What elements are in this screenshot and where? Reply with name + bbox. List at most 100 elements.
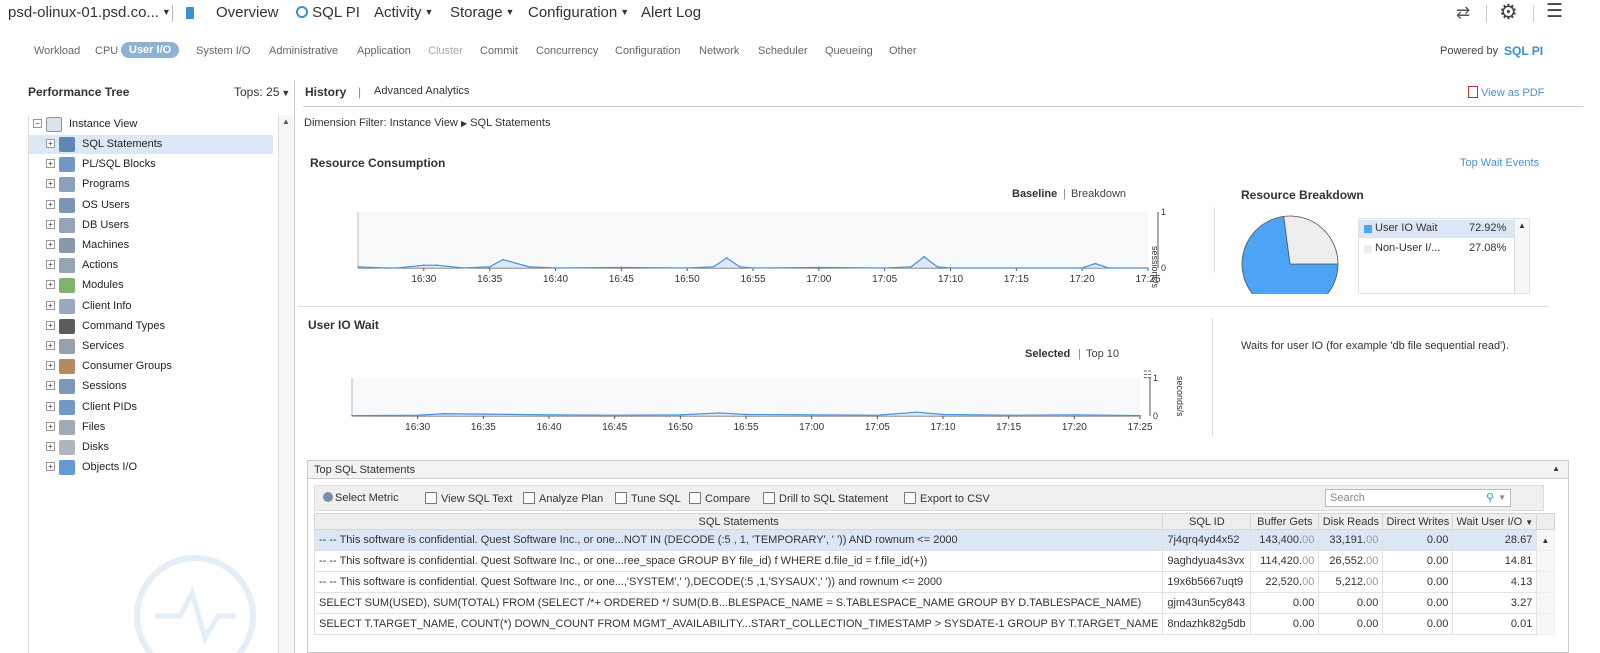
expand-icon[interactable]: + [46, 361, 55, 371]
tree-node-objects-io[interactable]: + Objects I/O [29, 458, 273, 477]
select-metric-button[interactable]: Select Metric [323, 492, 399, 504]
legend-scrollbar[interactable]: ▲ [1514, 219, 1529, 293]
expand-icon[interactable]: + [46, 341, 55, 350]
expand-icon[interactable]: + [46, 260, 55, 270]
column-header-wait-user-io[interactable]: Wait User I/O ▼ [1452, 513, 1538, 530]
panel-divider[interactable] [294, 80, 295, 653]
tree-node-actions[interactable]: + Actions [29, 256, 273, 275]
expand-icon[interactable]: + [46, 139, 55, 148]
expand-icon[interactable]: + [46, 442, 55, 451]
row-scrollbar-cell[interactable] [1536, 613, 1556, 635]
table-row[interactable]: -- -- This software is confidential. Que… [313, 529, 1556, 551]
tree-node-sessions[interactable]: + Sessions [29, 377, 273, 396]
expand-icon[interactable]: + [46, 320, 55, 330]
tree-node-consumer-groups[interactable]: + Consumer Groups [29, 357, 273, 376]
chevron-down-icon[interactable]: ▼ [1498, 493, 1506, 502]
selected-toggle[interactable]: Selected [1025, 348, 1070, 360]
tab-cpu[interactable]: CPU [95, 45, 118, 57]
expand-icon[interactable]: + [46, 462, 55, 472]
legend-row[interactable]: User IO Wait 72.92% [1359, 220, 1514, 238]
sql-search-input[interactable]: Search ⚲ ▼ [1325, 489, 1511, 507]
refresh-icon[interactable]: ⇄ [1456, 3, 1470, 23]
table-row[interactable]: SELECT SUM(USED), SUM(TOTAL) FROM (SELEC… [313, 592, 1556, 614]
resource-breakdown-pie[interactable] [1240, 214, 1344, 294]
search-icon[interactable]: ⚲ [1486, 491, 1494, 504]
compare-button[interactable]: Compare [689, 492, 750, 505]
tree-node-programs[interactable]: + Programs [29, 175, 273, 194]
tab-concurrency[interactable]: Concurrency [536, 45, 598, 57]
expand-icon[interactable]: + [46, 381, 55, 391]
column-header-buffer-gets[interactable]: Buffer Gets [1250, 513, 1320, 530]
view-sql-text-button[interactable]: View SQL Text [425, 492, 512, 505]
tab-scheduler[interactable]: Scheduler [758, 45, 808, 57]
tab-queueing[interactable]: Queueing [825, 45, 873, 57]
tab-advanced-analytics[interactable]: Advanced Analytics [374, 85, 469, 97]
tab-history[interactable]: History [305, 85, 346, 99]
analyze-plan-button[interactable]: Analyze Plan [523, 492, 603, 505]
nav-storage[interactable]: Storage ▼ [450, 4, 514, 21]
tree-node-sql-statements[interactable]: + SQL Statements [29, 135, 273, 154]
tab-system-io[interactable]: System I/O [196, 45, 250, 57]
expand-icon[interactable]: + [46, 219, 55, 229]
collapse-icon[interactable]: − [33, 119, 42, 128]
tune-sql-button[interactable]: Tune SQL [615, 492, 681, 505]
expand-icon[interactable]: + [46, 159, 55, 169]
nav-alert-log[interactable]: Alert Log [641, 4, 701, 21]
expand-icon[interactable]: + [46, 179, 55, 189]
tree-node-files[interactable]: + Files [29, 418, 273, 437]
row-scrollbar-cell[interactable] [1536, 592, 1556, 614]
tree-node-instance-view[interactable]: − Instance View [29, 115, 273, 134]
expand-icon[interactable]: + [46, 280, 55, 290]
breadcrumb-instance-view[interactable]: Instance View [390, 117, 458, 129]
tab-configuration[interactable]: Configuration [615, 45, 680, 57]
tab-user-io[interactable]: User I/O [121, 42, 180, 58]
expand-icon[interactable]: + [46, 300, 55, 310]
tab-commit[interactable]: Commit [480, 45, 518, 57]
baseline-toggle[interactable]: Baseline [1012, 188, 1057, 200]
expand-icon[interactable]: + [46, 421, 55, 431]
nav-configuration[interactable]: Configuration ▼ [528, 4, 629, 21]
gear-icon[interactable]: ⚙ [1499, 0, 1518, 25]
collapse-panel-icon[interactable]: ▲ [1552, 464, 1560, 473]
tab-application[interactable]: Application [357, 45, 411, 57]
nav-activity[interactable]: Activity ▼ [374, 4, 433, 21]
scroll-up-icon[interactable]: ▲ [282, 117, 290, 126]
expand-icon[interactable]: + [46, 199, 55, 209]
tree-scrollbar[interactable]: ▲ [278, 115, 294, 653]
tree-node-services[interactable]: + Services [29, 337, 273, 356]
export-csv-button[interactable]: Export to CSV [904, 492, 990, 505]
tops-selector[interactable]: Tops: 25 ▼ [234, 85, 290, 99]
pie-slice[interactable] [1283, 215, 1339, 265]
tree-node-plsql-blocks[interactable]: + PL/SQL Blocks [29, 155, 273, 174]
tree-node-command-types[interactable]: + Command Types [29, 317, 273, 336]
user-io-wait-chart[interactable]: 0 1 16:30 16:35 16:40 16:45 16:50 16:55 17:00 17:… [340, 372, 1180, 438]
column-header-disk-reads[interactable]: Disk Reads [1318, 513, 1384, 530]
row-scrollbar-cell[interactable] [1536, 571, 1556, 593]
expand-icon[interactable]: + [46, 401, 55, 411]
row-scrollbar-cell[interactable]: ▲ [1536, 529, 1556, 551]
tab-network[interactable]: Network [699, 45, 739, 57]
expand-icon[interactable]: + [46, 240, 55, 249]
table-row[interactable]: -- -- This software is confidential. Que… [313, 571, 1556, 593]
row-scrollbar-cell[interactable] [1536, 550, 1556, 572]
top10-toggle[interactable]: Top 10 [1086, 348, 1119, 360]
column-header-sql-id[interactable]: SQL ID [1162, 513, 1252, 530]
nav-overview[interactable]: Overview [216, 4, 279, 21]
tree-node-disks[interactable]: + Disks [29, 438, 273, 457]
host-selector[interactable]: psd-olinux-01.psd.co... ▼ [8, 4, 171, 21]
tab-administrative[interactable]: Administrative [269, 45, 338, 57]
tree-node-modules[interactable]: + Modules [29, 276, 273, 295]
column-header-direct-writes[interactable]: Direct Writes [1382, 513, 1454, 530]
table-row[interactable]: SELECT T.TARGET_NAME, COUNT(*) DOWN_COUN… [313, 613, 1556, 635]
tree-node-client-info[interactable]: + Client Info [29, 297, 273, 316]
tree-node-client-pids[interactable]: + Client PIDs [29, 398, 273, 417]
tree-node-os-users[interactable]: + OS Users [29, 196, 273, 215]
scroll-up-icon[interactable]: ▲ [1518, 221, 1526, 230]
drill-to-sql-button[interactable]: Drill to SQL Statement [763, 492, 888, 505]
tab-workload[interactable]: Workload [34, 45, 80, 57]
legend-row[interactable]: Non-User I/... 27.08% [1359, 240, 1514, 258]
tree-node-db-users[interactable]: + DB Users [29, 216, 273, 235]
nav-sql-pi[interactable]: SQL PI [296, 4, 360, 21]
top-wait-events-link[interactable]: Top Wait Events [1460, 157, 1539, 169]
breakdown-toggle[interactable]: Breakdown [1071, 188, 1126, 200]
